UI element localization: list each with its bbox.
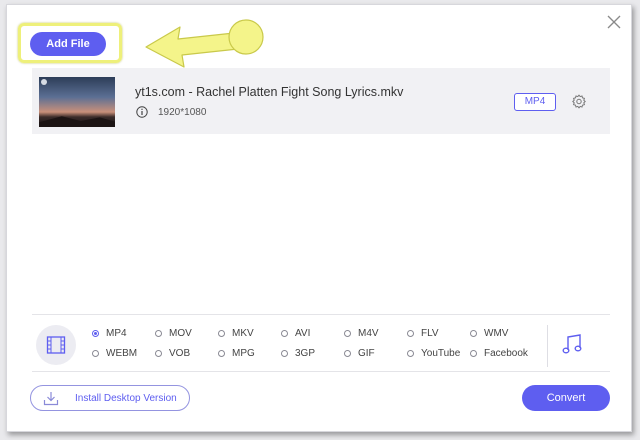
radio-3gp[interactable]	[281, 349, 288, 357]
format-option-vob[interactable]: VOB	[155, 346, 190, 360]
pointer-arrow-icon	[145, 19, 264, 68]
format-option-wmv[interactable]: WMV	[470, 326, 508, 340]
format-option-mp4[interactable]: MP4	[92, 326, 127, 340]
radio-facebook[interactable]	[470, 349, 477, 357]
video-format-category[interactable]	[36, 325, 76, 365]
category-separator	[547, 325, 548, 367]
thumbnail-landscape	[39, 116, 115, 127]
converter-dialog: Add File yt1s.com - Rachel Platten Fight…	[6, 4, 632, 432]
format-option-gif[interactable]: GIF	[344, 346, 375, 360]
radio-webm[interactable]	[92, 349, 99, 357]
radio-vob[interactable]	[155, 349, 162, 357]
add-file-button[interactable]: Add File	[30, 32, 106, 56]
info-icon[interactable]	[136, 106, 148, 118]
radio-youtube[interactable]	[407, 349, 414, 357]
download-icon	[43, 392, 59, 406]
install-desktop-button[interactable]: Install Desktop Version	[30, 385, 190, 411]
radio-mpg[interactable]	[218, 349, 225, 357]
radio-flv[interactable]	[407, 329, 414, 337]
format-option-mkv[interactable]: MKV	[218, 326, 254, 340]
format-option-m4v[interactable]: M4V	[344, 326, 379, 340]
video-thumbnail	[39, 77, 115, 127]
file-name: yt1s.com - Rachel Platten Fight Song Lyr…	[135, 85, 404, 99]
format-option-youtube[interactable]: YouTube	[407, 346, 460, 360]
format-option-flv[interactable]: FLV	[407, 326, 439, 340]
file-row: yt1s.com - Rachel Platten Fight Song Lyr…	[32, 68, 610, 134]
format-option-webm[interactable]: WEBM	[92, 346, 137, 360]
convert-button[interactable]: Convert	[522, 385, 610, 411]
file-resolution: 1920*1080	[158, 107, 207, 118]
radio-mov[interactable]	[155, 329, 162, 337]
output-format-button[interactable]: MP4	[514, 93, 556, 111]
music-note-icon[interactable]	[562, 334, 582, 356]
film-icon	[46, 336, 66, 354]
thumbnail-logo-icon	[41, 79, 47, 85]
radio-mp4[interactable]	[92, 329, 99, 337]
radio-wmv[interactable]	[470, 329, 477, 337]
radio-gif[interactable]	[344, 349, 351, 357]
format-option-facebook[interactable]: Facebook	[470, 346, 528, 360]
format-option-mpg[interactable]: MPG	[218, 346, 255, 360]
radio-m4v[interactable]	[344, 329, 351, 337]
gear-icon[interactable]	[571, 94, 587, 110]
divider-top	[32, 314, 610, 315]
close-icon[interactable]	[605, 13, 623, 31]
install-desktop-label: Install Desktop Version	[75, 393, 177, 404]
format-option-3gp[interactable]: 3GP	[281, 346, 315, 360]
radio-mkv[interactable]	[218, 329, 225, 337]
format-option-avi[interactable]: AVI	[281, 326, 310, 340]
format-option-mov[interactable]: MOV	[155, 326, 192, 340]
radio-avi[interactable]	[281, 329, 288, 337]
divider-bottom	[32, 371, 610, 372]
